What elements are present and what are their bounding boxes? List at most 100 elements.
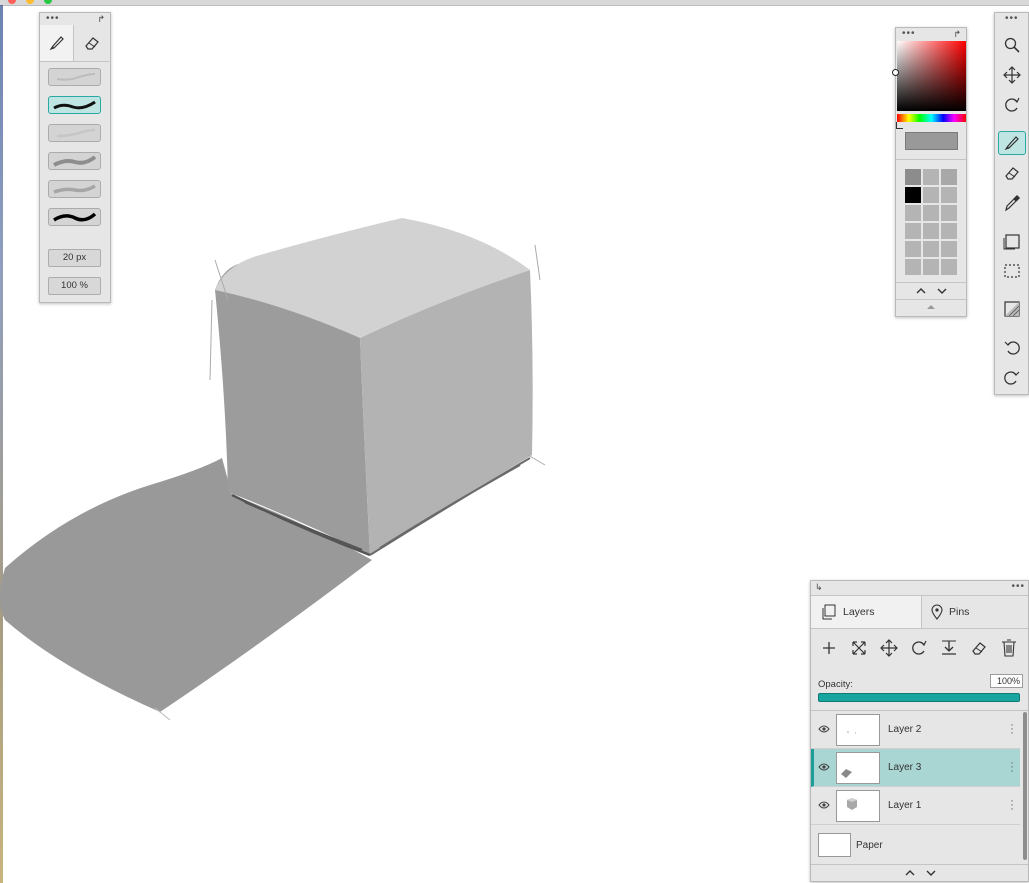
tool-eyedropper[interactable]: [998, 191, 1026, 215]
layer-menu-icon[interactable]: · · ·: [1010, 796, 1014, 815]
visibility-eye-icon[interactable]: [818, 762, 830, 772]
hue-slider-handle[interactable]: [896, 122, 903, 129]
clear-layer-button[interactable]: [967, 636, 991, 660]
chevron-up-icon[interactable]: [915, 286, 927, 296]
brush-preset-selected[interactable]: [48, 96, 101, 114]
panel-grip-icon[interactable]: •••: [46, 14, 60, 24]
brush-icon: [49, 36, 64, 51]
paper-row[interactable]: Paper: [811, 825, 1020, 863]
tool-fill[interactable]: [998, 297, 1026, 321]
color-swatch-empty[interactable]: [941, 205, 957, 221]
color-swatch[interactable]: [923, 169, 939, 185]
color-swatch-empty[interactable]: [905, 223, 921, 239]
tool-selection[interactable]: [998, 259, 1026, 283]
color-panel: ••• ↱: [892, 27, 967, 317]
visibility-eye-icon[interactable]: [818, 800, 830, 810]
brush-size-field[interactable]: 20 px: [48, 249, 101, 267]
layer-name: Layer 2: [888, 724, 922, 735]
color-swatch-empty[interactable]: [905, 241, 921, 257]
saturation-value-picker[interactable]: [897, 41, 966, 111]
tool-redo[interactable]: [998, 365, 1026, 389]
panel-grip-icon[interactable]: •••: [1005, 14, 1019, 24]
tool-zoom[interactable]: [998, 33, 1026, 57]
color-swatch-empty[interactable]: [941, 187, 957, 203]
color-swatch-empty[interactable]: [941, 259, 957, 275]
chevron-down-icon[interactable]: [936, 286, 948, 296]
opacity-slider[interactable]: [818, 693, 1020, 702]
color-swatch-empty[interactable]: [905, 259, 921, 275]
layer-thumbnail: [836, 752, 880, 784]
triangle-up-icon[interactable]: [927, 304, 935, 310]
chevron-down-icon[interactable]: [925, 868, 937, 878]
tool-rotate[interactable]: [998, 93, 1026, 117]
tab-layers[interactable]: Layers: [811, 596, 922, 628]
merge-down-button[interactable]: [937, 636, 961, 660]
brush-opacity-field[interactable]: 100 %: [48, 277, 101, 295]
brush-panel: ••• ↱ 20 px 100 %: [39, 12, 111, 303]
color-swatch-empty[interactable]: [941, 241, 957, 257]
tool-eraser[interactable]: [998, 161, 1026, 185]
brush-preset[interactable]: [48, 180, 101, 198]
color-swatch[interactable]: [905, 187, 921, 203]
brush-panel-tabs: [40, 25, 109, 62]
fit-layer-button[interactable]: [847, 636, 871, 660]
layer-menu-icon[interactable]: · · ·: [1010, 720, 1014, 739]
layer-menu-icon[interactable]: · · ·: [1010, 758, 1014, 777]
visibility-eye-icon[interactable]: [818, 724, 830, 734]
add-layer-button[interactable]: [817, 636, 841, 660]
panel-pin-icon[interactable]: ↳: [815, 583, 823, 592]
move-layer-button[interactable]: [877, 636, 901, 660]
move-icon: [1003, 66, 1021, 84]
panel-grip-icon[interactable]: •••: [902, 29, 916, 39]
tab-eraser[interactable]: [75, 25, 109, 61]
color-swatch-empty[interactable]: [923, 223, 939, 239]
brush-preset[interactable]: [48, 124, 101, 142]
layers-scrollbar[interactable]: [1023, 712, 1027, 860]
tab-pins-label: Pins: [949, 606, 970, 618]
tab-pins[interactable]: Pins: [923, 596, 1023, 628]
brush-preset[interactable]: [48, 208, 101, 226]
layer-thumbnail: [836, 790, 880, 822]
color-swatch-empty[interactable]: [923, 187, 939, 203]
layer-name: Layer 1: [888, 800, 922, 811]
layer-row-layer-2[interactable]: Layer 2 · · ·: [811, 711, 1020, 749]
fit-icon: [852, 641, 866, 655]
tab-layers-label: Layers: [843, 606, 875, 618]
color-swatch-empty[interactable]: [941, 223, 957, 239]
color-swatch[interactable]: [905, 169, 921, 185]
layers-panel: ↳ ••• Layers Pins Opacity: 100% Layer 2 …: [810, 580, 1029, 882]
opacity-label: Opacity:: [818, 679, 853, 690]
rotate-layer-button[interactable]: [907, 636, 931, 660]
color-picker-handle[interactable]: [892, 69, 899, 76]
tab-brush[interactable]: [40, 25, 74, 61]
eraser-icon: [1005, 167, 1019, 180]
brush-preset[interactable]: [48, 152, 101, 170]
panel-pin-icon[interactable]: ↱: [953, 30, 961, 39]
tool-move[interactable]: [998, 63, 1026, 87]
color-swatch-empty[interactable]: [905, 205, 921, 221]
fill-icon: [1004, 301, 1020, 317]
panel-grip-icon[interactable]: •••: [1011, 582, 1025, 592]
tool-layer-rect[interactable]: [998, 229, 1026, 253]
opacity-field[interactable]: 100%: [990, 674, 1023, 688]
color-swatch-empty[interactable]: [923, 259, 939, 275]
chevron-up-icon[interactable]: [904, 868, 916, 878]
layer-row-layer-1[interactable]: Layer 1 · · ·: [811, 787, 1020, 825]
panel-pin-icon[interactable]: ↱: [97, 15, 105, 24]
brush-preset[interactable]: [48, 68, 101, 86]
color-swatch-empty[interactable]: [923, 241, 939, 257]
tool-undo[interactable]: [998, 335, 1026, 359]
layer-row-layer-3[interactable]: Layer 3 · · ·: [811, 749, 1020, 787]
brush-icon: [1004, 136, 1019, 151]
layer-name: Layer 3: [888, 762, 922, 773]
clear-icon: [972, 642, 986, 655]
hue-slider[interactable]: [897, 114, 966, 122]
color-swatch[interactable]: [941, 169, 957, 185]
layers-icon: [822, 604, 836, 620]
rotate-icon: [1005, 97, 1020, 112]
delete-layer-button[interactable]: [997, 636, 1021, 660]
tool-brush[interactable]: [998, 131, 1026, 155]
move-icon: [880, 639, 898, 657]
current-color-swatch[interactable]: [905, 132, 958, 150]
color-swatch-empty[interactable]: [923, 205, 939, 221]
